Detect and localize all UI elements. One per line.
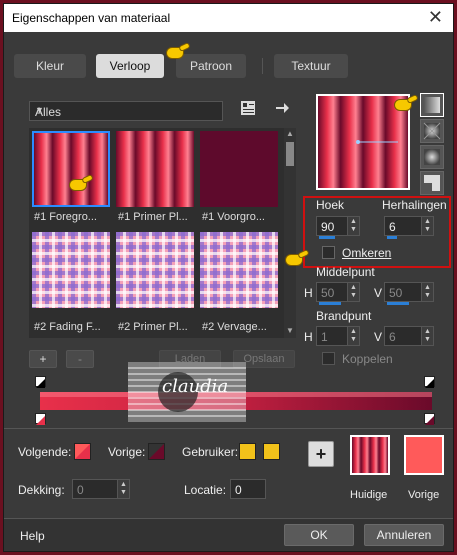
- brandpunt-v-input[interactable]: 6 ▲ ▼: [384, 326, 434, 346]
- pointer-hand-icon: [285, 248, 310, 269]
- gradient-gallery: #1 Foregro... #1 Primer Pl... #1 Voorgro…: [29, 128, 285, 338]
- linear-style-button[interactable]: [420, 93, 444, 117]
- window-title: Eigenschappen van materiaal: [12, 11, 171, 25]
- locatie-input[interactable]: 0: [230, 479, 266, 499]
- gradient-label: #2 Primer Pl...: [118, 321, 188, 333]
- title-bar: Eigenschappen van materiaal ✕: [4, 4, 453, 32]
- pointer-hand-icon: [69, 173, 94, 194]
- claudia-watermark: claudia: [128, 362, 246, 422]
- gradient-thumb-primer[interactable]: [116, 131, 194, 207]
- gradient-label: #1 Primer Pl...: [118, 211, 188, 223]
- v-label: V: [374, 286, 383, 300]
- brandpunt-h-input[interactable]: 1 ▲ ▼: [316, 326, 360, 346]
- gebruiker-label: Gebruiker:: [182, 445, 239, 459]
- sunburst-style-button[interactable]: [420, 145, 444, 169]
- vorige-preview: [404, 435, 444, 475]
- cancel-button[interactable]: Annuleren: [364, 524, 444, 546]
- tab-kleur[interactable]: Kleur: [14, 54, 86, 78]
- color-stop-start[interactable]: [35, 413, 46, 425]
- gebruiker-swatch-2[interactable]: [263, 443, 280, 460]
- arrow-right-icon[interactable]: [274, 100, 290, 116]
- chevron-down-icon: ▼: [35, 105, 44, 115]
- v-label: V: [374, 330, 383, 344]
- color-stop-end[interactable]: [424, 413, 435, 425]
- scroll-up-icon[interactable]: ▲: [286, 129, 294, 138]
- herhalingen-label: Herhalingen: [382, 198, 447, 212]
- hoek-label: Hoek: [316, 198, 345, 212]
- close-icon[interactable]: ✕: [428, 7, 443, 28]
- omkeren-checkbox[interactable]: [322, 246, 335, 259]
- ok-button[interactable]: OK: [284, 524, 354, 546]
- gradient-thumb-voorgrond[interactable]: [200, 131, 278, 207]
- transparency-stop-start[interactable]: [35, 376, 46, 388]
- help-link[interactable]: Help: [20, 529, 45, 543]
- material-properties-dialog: Eigenschappen van materiaal ✕ Kleur Verl…: [3, 3, 454, 552]
- add-to-swatches-button[interactable]: +: [308, 441, 334, 467]
- scroll-thumb[interactable]: [286, 142, 294, 166]
- dialog-footer: Help OK Annuleren: [4, 518, 453, 551]
- middelpunt-h-input[interactable]: 50 ▲ ▼: [316, 282, 360, 305]
- gradient-thumb-fading[interactable]: [32, 232, 110, 308]
- brandpunt-label: Brandpunt: [316, 309, 372, 323]
- tab-bar: Kleur Verloop Patroon Textuur: [4, 32, 453, 78]
- gallery-scrollbar[interactable]: ▲ ▼: [284, 128, 296, 338]
- add-stop-button[interactable]: +: [29, 350, 57, 368]
- gradient-thumb-vervagen[interactable]: [200, 232, 278, 308]
- gradient-label: #2 Fading F...: [34, 321, 101, 333]
- herhalingen-input[interactable]: 6 ▲ ▼: [384, 216, 434, 239]
- watermark-text: claudia: [162, 376, 229, 397]
- remove-stop-button[interactable]: -: [66, 350, 94, 368]
- tab-separator: [262, 58, 263, 74]
- vorige-preview-label: Vorige: [408, 489, 440, 501]
- vorige-swatch[interactable]: [148, 443, 165, 460]
- gradient-thumb-foreground[interactable]: [32, 131, 110, 207]
- tab-verloop[interactable]: Verloop: [96, 54, 164, 78]
- scroll-down-icon[interactable]: ▼: [286, 326, 294, 335]
- pointer-hand-icon: [394, 93, 419, 114]
- volgende-label: Volgende:: [18, 445, 72, 459]
- color-options-section: Volgende: Vorige: Gebruiker: Dekking: 0 …: [4, 428, 453, 513]
- dekking-input[interactable]: 0 ▲ ▼: [72, 479, 130, 499]
- locatie-label: Locatie:: [184, 483, 227, 497]
- h-label: H: [304, 286, 313, 300]
- pointer-hand-icon: [166, 41, 191, 62]
- vorige-label: Vorige:: [108, 445, 146, 459]
- gradient-label: #2 Vervage...: [202, 321, 267, 333]
- huidige-preview: [350, 435, 390, 475]
- middelpunt-label: Middelpunt: [316, 265, 375, 279]
- koppelen-checkbox[interactable]: [322, 352, 335, 365]
- gebruiker-swatch[interactable]: [239, 443, 256, 460]
- gradient-label: #1 Foregro...: [34, 211, 97, 223]
- radial-style-button[interactable]: [420, 171, 444, 195]
- dekking-label: Dekking:: [18, 483, 65, 497]
- omkeren-label: Omkeren: [342, 246, 392, 260]
- rectangular-style-button[interactable]: [420, 119, 444, 143]
- volgende-swatch[interactable]: [74, 443, 91, 460]
- tab-textuur[interactable]: Textuur: [274, 54, 348, 78]
- view-options-icon[interactable]: [240, 100, 256, 116]
- huidige-label: Huidige: [350, 489, 388, 501]
- hoek-input[interactable]: 90 ▲ ▼: [316, 216, 360, 239]
- middelpunt-v-input[interactable]: 50 ▲ ▼: [384, 282, 434, 305]
- gradient-label: #1 Voorgro...: [202, 211, 265, 223]
- category-dropdown[interactable]: Alles ▼: [29, 101, 223, 121]
- transparency-stop-end[interactable]: [424, 376, 435, 388]
- koppelen-label: Koppelen: [342, 352, 393, 366]
- h-label: H: [304, 330, 313, 344]
- gradient-thumb-primer-2[interactable]: [116, 232, 194, 308]
